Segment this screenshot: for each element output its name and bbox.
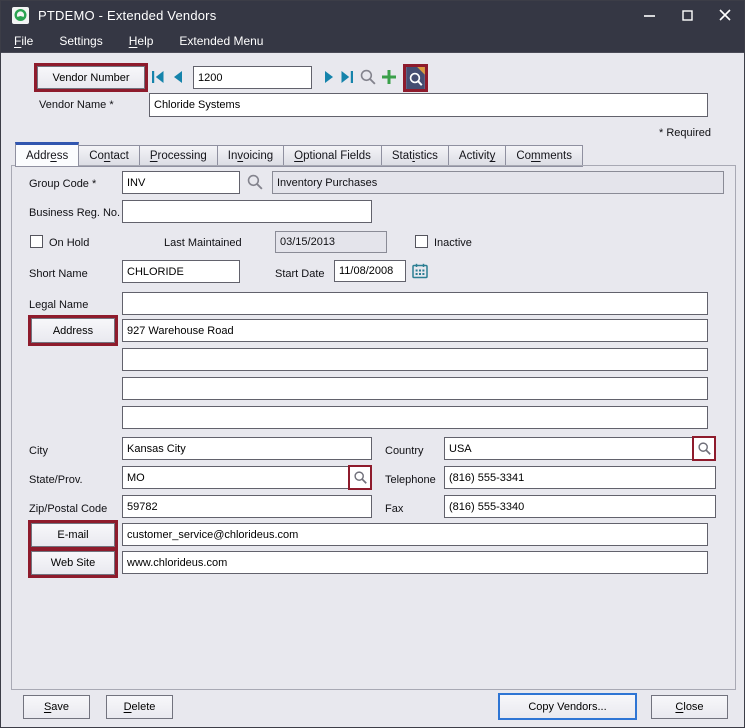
tab-optional-fields[interactable]: Optional Fields bbox=[284, 145, 382, 167]
state-prov-input[interactable] bbox=[122, 466, 372, 489]
web-site-button[interactable]: Web Site bbox=[31, 551, 115, 575]
maximize-button[interactable] bbox=[668, 1, 706, 29]
minimize-button[interactable] bbox=[630, 1, 668, 29]
title-bar: PTDEMO - Extended Vendors bbox=[1, 1, 744, 29]
tab-comments[interactable]: Comments bbox=[506, 145, 583, 167]
inactive-checkbox[interactable] bbox=[415, 235, 428, 248]
last-record-icon[interactable] bbox=[340, 70, 354, 84]
address-line1-input[interactable] bbox=[122, 319, 708, 342]
fax-input[interactable] bbox=[444, 495, 716, 518]
vendor-name-label: Vendor Name * bbox=[39, 99, 114, 111]
close-window-button[interactable]: Close bbox=[651, 695, 728, 719]
vendor-number-highlight: Vendor Number bbox=[34, 63, 148, 92]
web-site-input[interactable] bbox=[122, 551, 708, 574]
tab-processing[interactable]: Processing bbox=[140, 145, 218, 167]
telephone-input[interactable] bbox=[444, 466, 716, 489]
menu-file[interactable]: File bbox=[1, 29, 46, 52]
inquiry-highlight bbox=[403, 64, 428, 92]
business-reg-label: Business Reg. No. bbox=[29, 207, 120, 219]
group-code-finder-icon[interactable] bbox=[246, 173, 264, 191]
address-line4-input[interactable] bbox=[122, 406, 708, 429]
delete-button[interactable]: Delete bbox=[106, 695, 173, 719]
zip-postal-input[interactable] bbox=[122, 495, 372, 518]
tab-statistics[interactable]: Statistics bbox=[382, 145, 449, 167]
group-code-label: Group Code * bbox=[29, 178, 96, 190]
app-logo-icon bbox=[12, 7, 29, 24]
new-record-icon[interactable] bbox=[381, 69, 397, 85]
menu-settings[interactable]: Settings bbox=[46, 29, 115, 52]
finder-icon[interactable] bbox=[359, 68, 377, 86]
required-note: * Required bbox=[601, 127, 711, 139]
extended-vendors-window: PTDEMO - Extended Vendors File Settings … bbox=[0, 0, 745, 728]
zip-postal-label: Zip/Postal Code bbox=[29, 503, 107, 515]
vendor-number-input[interactable] bbox=[193, 66, 312, 89]
tab-strip: Address Contact Processing Invoicing Opt… bbox=[15, 142, 583, 167]
vendor-name-input[interactable] bbox=[149, 93, 708, 117]
legal-name-label: Legal Name bbox=[29, 299, 88, 311]
address-line3-input[interactable] bbox=[122, 377, 708, 400]
copy-vendors-button[interactable]: Copy Vendors... bbox=[498, 693, 637, 720]
email-input[interactable] bbox=[122, 523, 708, 546]
menu-bar: File Settings Help Extended Menu bbox=[1, 29, 744, 53]
city-input[interactable] bbox=[122, 437, 372, 460]
email-button[interactable]: E-mail bbox=[31, 523, 115, 547]
vendor-inquiry-icon[interactable] bbox=[406, 67, 425, 89]
on-hold-label: On Hold bbox=[49, 237, 89, 249]
calendar-icon[interactable] bbox=[412, 263, 428, 279]
legal-name-input[interactable] bbox=[122, 292, 708, 315]
save-button[interactable]: Save bbox=[23, 695, 90, 719]
state-prov-finder-icon[interactable] bbox=[348, 465, 372, 490]
short-name-input[interactable] bbox=[122, 260, 240, 283]
next-record-icon[interactable] bbox=[322, 70, 336, 84]
address-button[interactable]: Address bbox=[31, 318, 115, 343]
tab-activity[interactable]: Activity bbox=[449, 145, 506, 167]
menu-extended-menu[interactable]: Extended Menu bbox=[166, 29, 276, 52]
country-label: Country bbox=[385, 445, 424, 457]
city-label: City bbox=[29, 445, 48, 457]
inactive-label: Inactive bbox=[434, 237, 472, 249]
vendor-number-button[interactable]: Vendor Number bbox=[37, 66, 145, 89]
tab-invoicing[interactable]: Invoicing bbox=[218, 145, 284, 167]
tab-contact[interactable]: Contact bbox=[79, 145, 140, 167]
short-name-label: Short Name bbox=[29, 268, 88, 280]
fax-label: Fax bbox=[385, 503, 403, 515]
on-hold-checkbox[interactable] bbox=[30, 235, 43, 248]
email-highlight: E-mail bbox=[28, 520, 118, 550]
window-title: PTDEMO - Extended Vendors bbox=[38, 8, 216, 23]
group-code-input[interactable] bbox=[122, 171, 240, 194]
business-reg-input[interactable] bbox=[122, 200, 372, 223]
tab-address[interactable]: Address bbox=[15, 142, 79, 167]
previous-record-icon[interactable] bbox=[171, 70, 185, 84]
last-maintained-value: 03/15/2013 bbox=[275, 231, 387, 253]
state-prov-label: State/Prov. bbox=[29, 474, 83, 486]
last-maintained-label: Last Maintained bbox=[164, 237, 242, 249]
first-record-icon[interactable] bbox=[151, 70, 165, 84]
telephone-label: Telephone bbox=[385, 474, 436, 486]
start-date-label: Start Date bbox=[275, 268, 325, 280]
address-highlight: Address bbox=[28, 315, 118, 346]
country-finder-icon[interactable] bbox=[692, 436, 716, 461]
web-site-highlight: Web Site bbox=[28, 548, 118, 578]
menu-help[interactable]: Help bbox=[116, 29, 167, 52]
country-input[interactable] bbox=[444, 437, 716, 460]
close-button[interactable] bbox=[706, 1, 744, 29]
start-date-input[interactable] bbox=[334, 260, 406, 282]
address-line2-input[interactable] bbox=[122, 348, 708, 371]
group-code-description: Inventory Purchases bbox=[272, 171, 724, 194]
